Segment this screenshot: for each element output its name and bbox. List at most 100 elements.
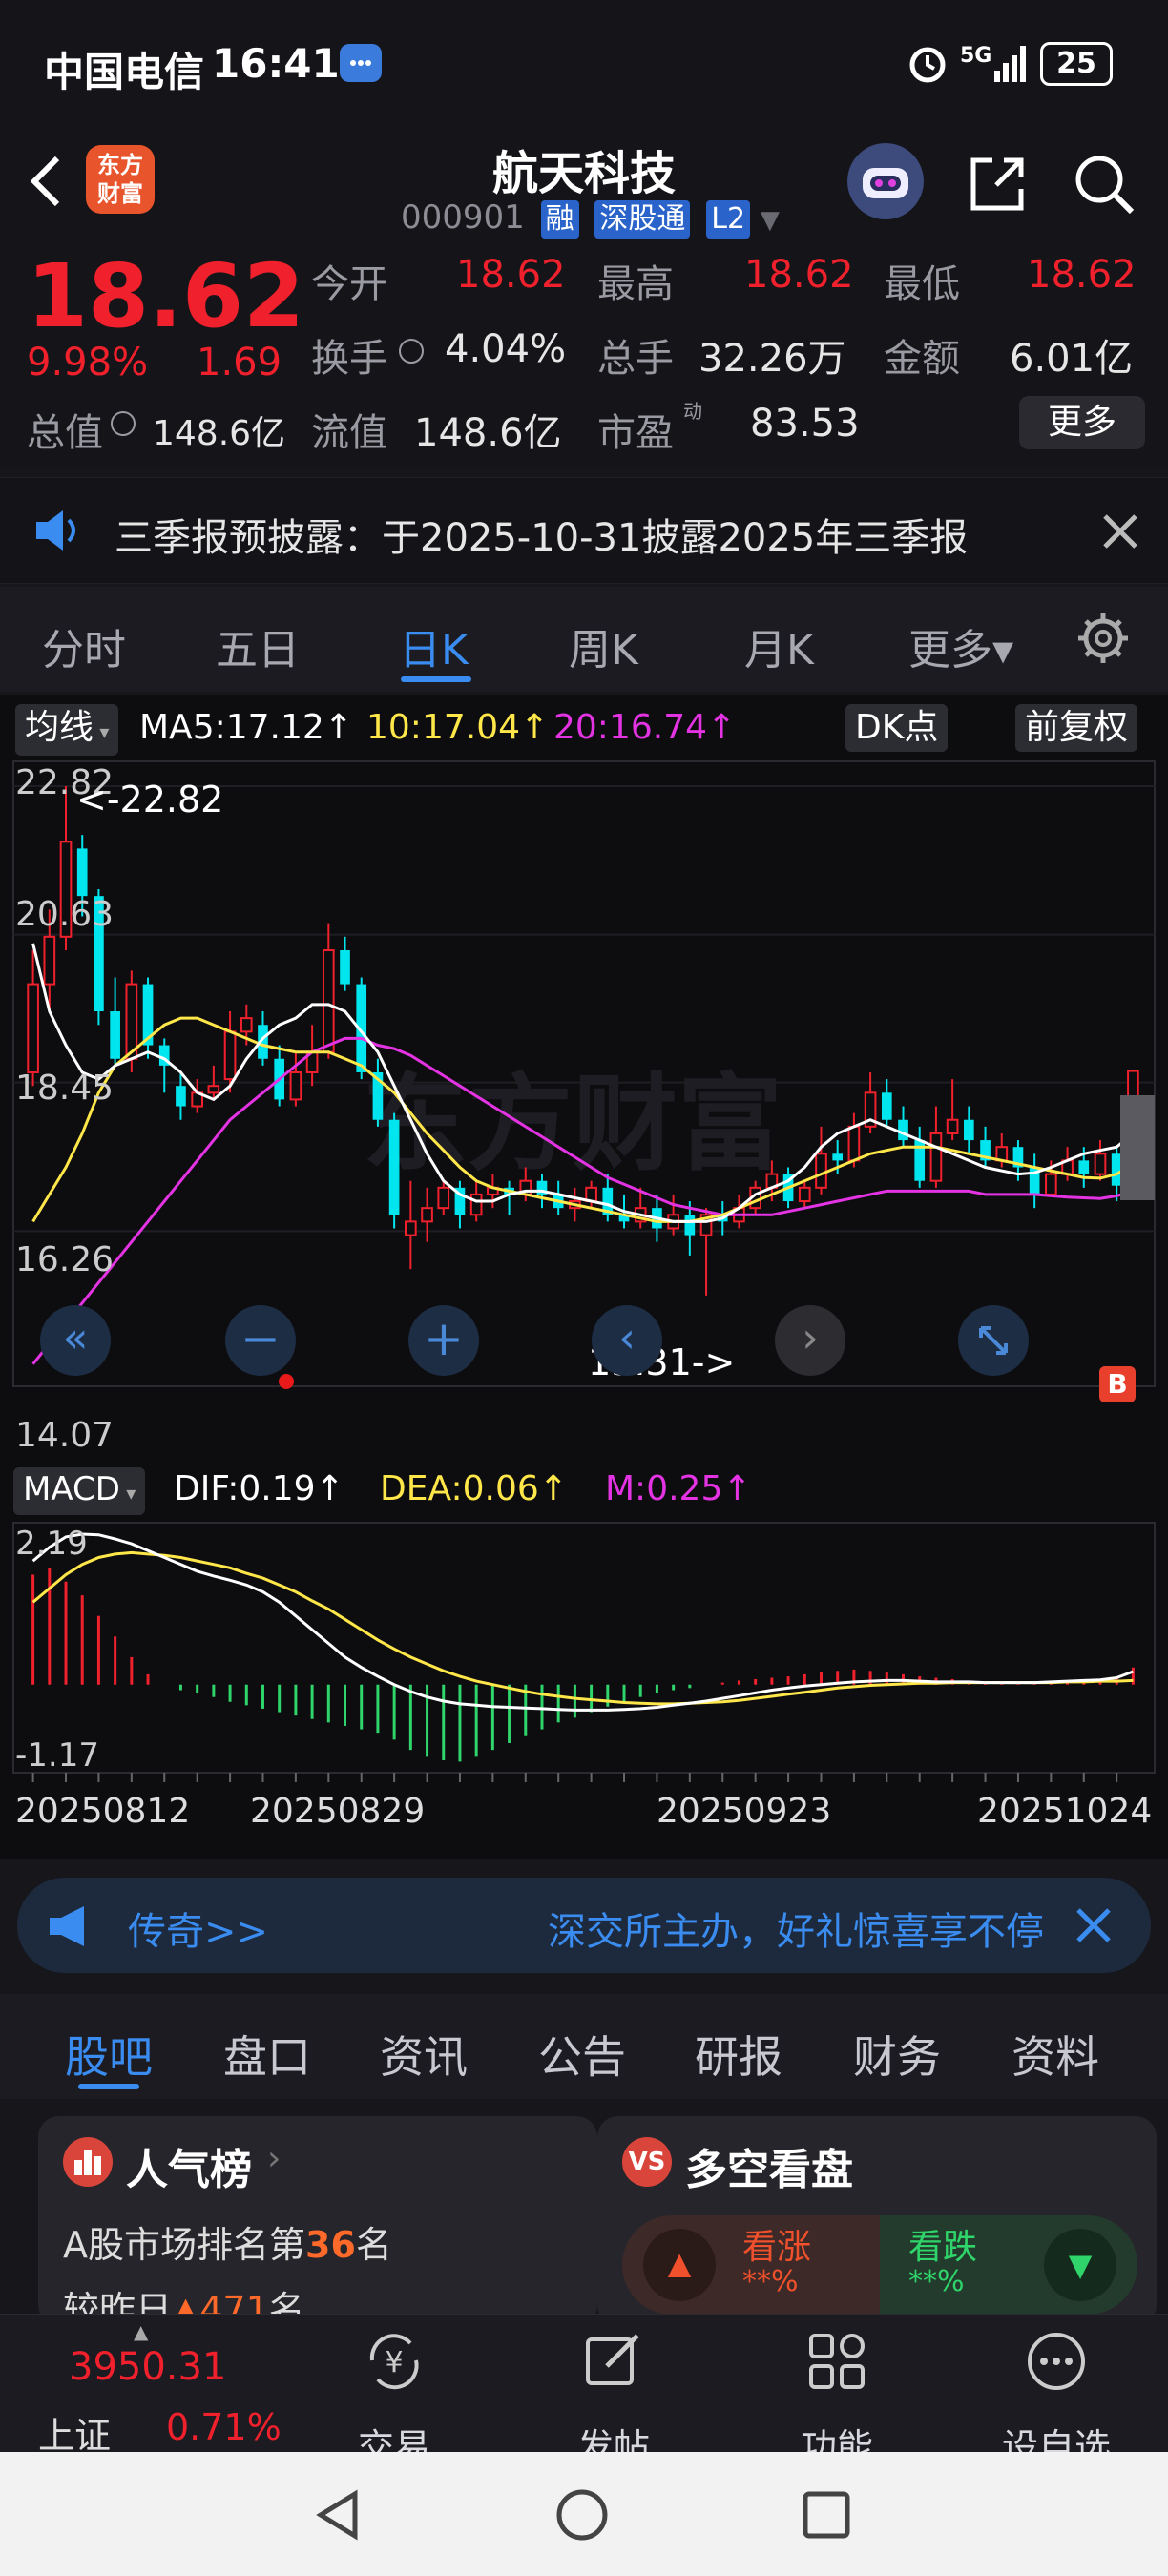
fullscreen-icon[interactable] <box>958 1305 1029 1376</box>
bear-button-icon[interactable]: ▼ <box>1044 2229 1116 2301</box>
yen-exchange-icon[interactable]: ¥ <box>361 2328 428 2399</box>
macd-selector[interactable]: MACD ▾ <box>13 1467 146 1515</box>
index-value[interactable]: 3950.31 <box>69 2345 226 2389</box>
zoom-in-icon[interactable]: + <box>408 1305 479 1376</box>
popularity-card[interactable]: 人气榜 › A股市场排名第36名 较昨日▲471名 <box>38 2116 597 2326</box>
tab-profile[interactable]: 资料 <box>1012 2023 1099 2086</box>
current-price: 18.62 <box>27 245 305 347</box>
chevron-down-icon[interactable]: ▼ <box>761 206 780 235</box>
sentiment-card[interactable]: VS 多空看盘 ▲ 看涨 **% 看跌 **% ▼ <box>597 2116 1157 2326</box>
low-value: 18.62 <box>1027 253 1137 297</box>
more-button[interactable]: 更多 <box>1019 396 1145 449</box>
home-circle-icon[interactable] <box>553 2486 611 2547</box>
m-value: M:0.25↑ <box>605 1469 752 1508</box>
tab-five-day[interactable]: 五日 <box>216 615 300 676</box>
bear-value: **% <box>908 2265 965 2298</box>
candle-body <box>176 1086 186 1107</box>
gear-icon[interactable] <box>1074 610 1132 671</box>
x-tick-label: 20251024 <box>977 1792 1153 1831</box>
macd-tick-label: -1.17 <box>15 1736 99 1775</box>
market-cap-label: 总值 <box>27 411 103 455</box>
system-navigation-bar <box>0 2452 1168 2576</box>
bull-button-icon[interactable]: ▲ <box>643 2229 716 2301</box>
chevron-left-icon[interactable]: ‹ <box>592 1305 662 1376</box>
index-change[interactable]: 0.71% <box>166 2406 282 2448</box>
tab-daily-k[interactable]: 日K <box>399 615 469 676</box>
scroll-handle[interactable] <box>1120 1095 1155 1200</box>
close-icon[interactable] <box>1073 1904 1115 1950</box>
change-amount: 1.69 <box>197 341 282 384</box>
pe-label: 市盈 <box>597 411 674 455</box>
x-tick-label: 20250923 <box>657 1792 832 1831</box>
candle-body <box>437 1186 450 1210</box>
rank-number: 36 <box>305 2224 356 2266</box>
bull-bear-bar: ▲ 看涨 **% 看跌 **% ▼ <box>622 2215 1137 2315</box>
candle-body <box>815 1153 827 1189</box>
info-icon[interactable] <box>399 339 424 364</box>
grid-functions-icon[interactable] <box>803 2328 870 2399</box>
y-tick-label: 16.26 <box>15 1240 115 1279</box>
bull-value: **% <box>742 2265 799 2298</box>
dea-value: DEA:0.06↑ <box>380 1469 568 1508</box>
kline-period-tabs: 分时 五日 日K 周K 月K 更多▾ <box>0 587 1168 692</box>
candle-body <box>110 1011 120 1059</box>
tab-research[interactable]: 研报 <box>695 2023 782 2086</box>
high-value: 18.62 <box>744 253 854 297</box>
kline-chart-area[interactable]: 均线 ▾ MA5:17.12↑ 10:17.04↑ 20:16.74↑ DK点 … <box>0 695 1168 1859</box>
tab-news[interactable]: 资讯 <box>380 2023 468 2086</box>
chevron-right-icon[interactable]: › <box>775 1305 845 1376</box>
tab-forum[interactable]: 股吧 <box>65 2023 153 2086</box>
dif-value: DIF:0.19↑ <box>174 1469 344 1508</box>
close-icon[interactable] <box>1099 510 1141 556</box>
zoom-out-icon[interactable]: − <box>225 1305 296 1376</box>
index-name[interactable]: 上证 <box>38 2406 111 2459</box>
speaker-icon <box>32 507 84 558</box>
tab-financials[interactable]: 财务 <box>853 2023 941 2086</box>
back-triangle-icon[interactable] <box>311 2486 368 2547</box>
macd-panel-frame <box>12 1522 1156 1774</box>
tab-announcements[interactable]: 公告 <box>538 2023 626 2086</box>
rank-suffix: 名 <box>355 2224 392 2266</box>
rewind-icon[interactable]: « <box>40 1305 111 1376</box>
candle-body <box>929 1132 943 1182</box>
message-notification-icon <box>340 44 382 82</box>
caret-up-icon: ▲ <box>134 2320 149 2343</box>
candle-body <box>1094 1153 1107 1175</box>
rank-line: A股市场排名第36名 <box>63 2215 392 2268</box>
notice-text: 三季报预披露：于2025-10-31披露2025年三季报 <box>115 516 969 560</box>
tab-intraday[interactable]: 分时 <box>42 615 126 676</box>
notice-bar[interactable]: 三季报预披露：于2025-10-31披露2025年三季报 <box>0 477 1168 584</box>
bull-label: 看涨 <box>742 2228 812 2267</box>
more-options-icon[interactable] <box>1023 2328 1090 2399</box>
candle-body <box>684 1215 696 1236</box>
date-ticks <box>31 1773 1118 1782</box>
ad-banner[interactable]: 传奇>> 深交所主办，好礼惊喜享不停 <box>17 1878 1151 1973</box>
tab-monthly-k[interactable]: 月K <box>744 615 814 676</box>
info-icon[interactable] <box>111 411 136 436</box>
edit-post-icon[interactable] <box>580 2328 647 2399</box>
battery-icon: 25 <box>1040 42 1113 86</box>
signal-icon <box>992 42 1031 88</box>
candle-body <box>881 1092 892 1120</box>
alarm-icon <box>907 42 949 88</box>
recent-apps-icon[interactable] <box>798 2486 855 2547</box>
volume-value: 32.26万 <box>699 337 846 381</box>
share-icon[interactable] <box>964 151 1031 221</box>
open-value: 18.62 <box>456 253 566 297</box>
candle-body <box>289 1070 302 1101</box>
pe-value: 83.53 <box>750 402 860 446</box>
high-label: 最高 <box>597 262 674 306</box>
robot-assistant-icon[interactable] <box>847 143 924 219</box>
bottom-navigation: ▲ 3950.31 上证 0.71% ¥ 交易 发帖 功能 设自选 <box>0 2314 1168 2468</box>
chevron-right-icon: › <box>267 2139 282 2178</box>
tab-orderbook[interactable]: 盘口 <box>223 2023 311 2086</box>
tab-weekly-k[interactable]: 周K <box>569 615 638 676</box>
amount-label: 金额 <box>884 337 960 381</box>
buy-signal-marker[interactable]: B <box>1099 1366 1136 1402</box>
tab-more[interactable]: 更多▾ <box>908 615 1013 676</box>
quote-panel: 18.62 9.98% 1.69 总值 148.6亿 今开 18.62 最高 1… <box>0 245 1168 467</box>
rank-prefix: A股市场排名第 <box>63 2224 305 2266</box>
candle-body <box>76 848 88 897</box>
search-icon[interactable] <box>1071 151 1137 221</box>
x-tick-label: 20250829 <box>250 1792 426 1831</box>
